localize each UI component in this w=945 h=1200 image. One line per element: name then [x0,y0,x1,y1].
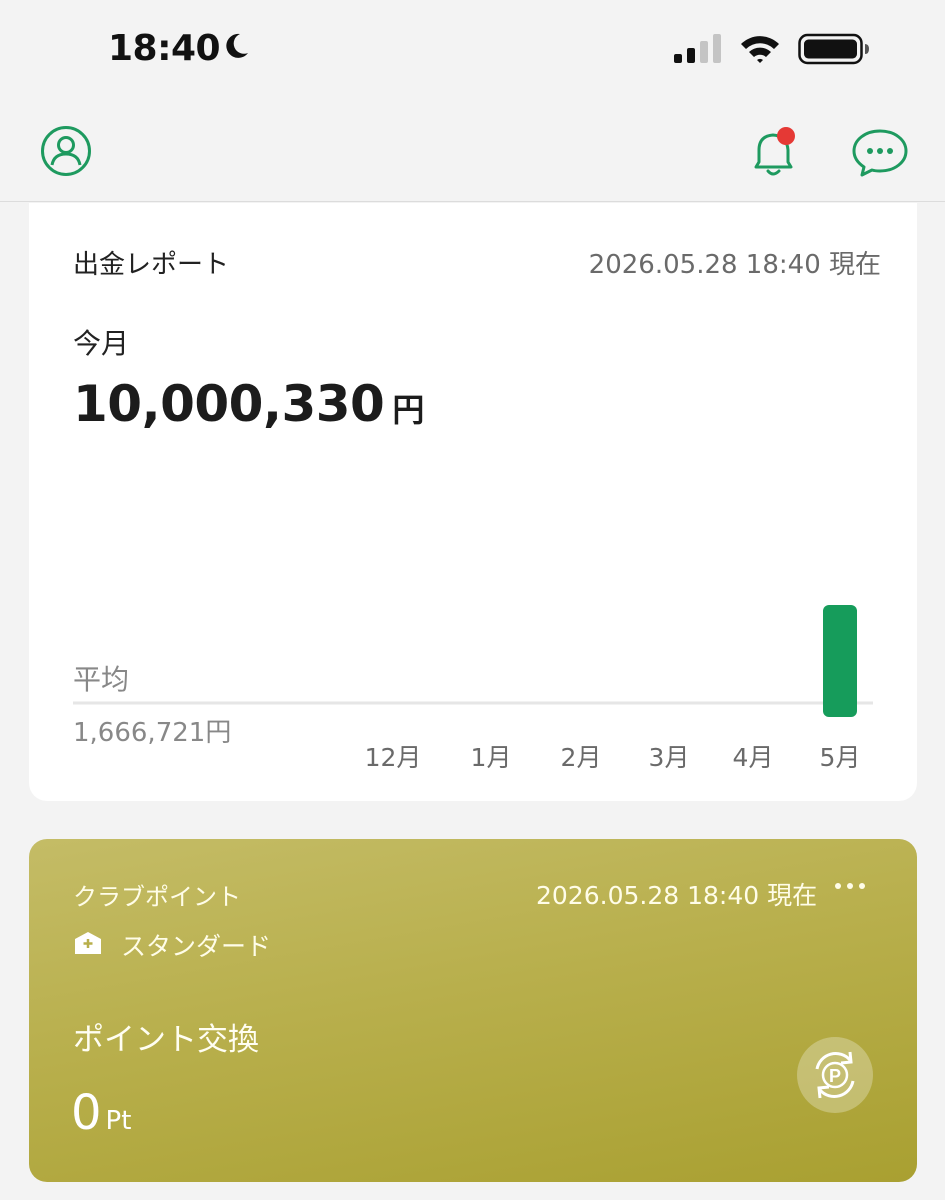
svg-text:P: P [829,1066,841,1086]
profile-icon[interactable] [40,125,92,177]
club-point-card[interactable]: クラブポイント 2026.05.28 18:40 現在 スタンダード ポイント交… [29,839,917,1182]
chart-tick-label: 2月 [561,743,602,772]
point-exchange-icon[interactable]: P [795,1035,875,1115]
points-value: 0 [71,1085,102,1141]
club-point-timestamp: 2026.05.28 18:40 現在 [536,881,818,910]
status-bar: 18:40 [0,0,945,100]
wifi-icon [741,36,779,63]
withdrawal-report-card[interactable]: 出金レポート 2026.05.28 18:40 現在 今月 10,000,330… [29,203,917,801]
signal-icon [674,34,721,63]
point-exchange-label: ポイント交換 [73,1022,259,1058]
chart-tick-label: 1月 [471,743,512,772]
chart-bar[interactable] [823,605,857,717]
chart-tick-label: 3月 [649,743,690,772]
chat-icon[interactable] [851,128,909,178]
points-balance: 0 Pt [71,1085,131,1141]
withdrawal-bar-chart: 12月 1月 2月 3月 4月 5月 [73,605,873,772]
rank-badge-icon [75,932,101,954]
chart-tick-label: 4月 [733,743,774,772]
chart-tick-label: 12月 [365,743,422,772]
notification-badge [777,127,795,145]
club-point-title: クラブポイント [73,883,241,911]
app-header [0,100,945,202]
status-time: 18:40 [108,28,221,69]
chart-tick-label: 5月 [820,743,861,772]
moon-icon [226,33,248,58]
more-icon[interactable] [833,879,867,893]
points-unit: Pt [105,1106,132,1136]
club-rank-label: スタンダード [121,932,272,961]
bell-icon[interactable] [748,124,802,180]
battery-icon [798,33,869,65]
